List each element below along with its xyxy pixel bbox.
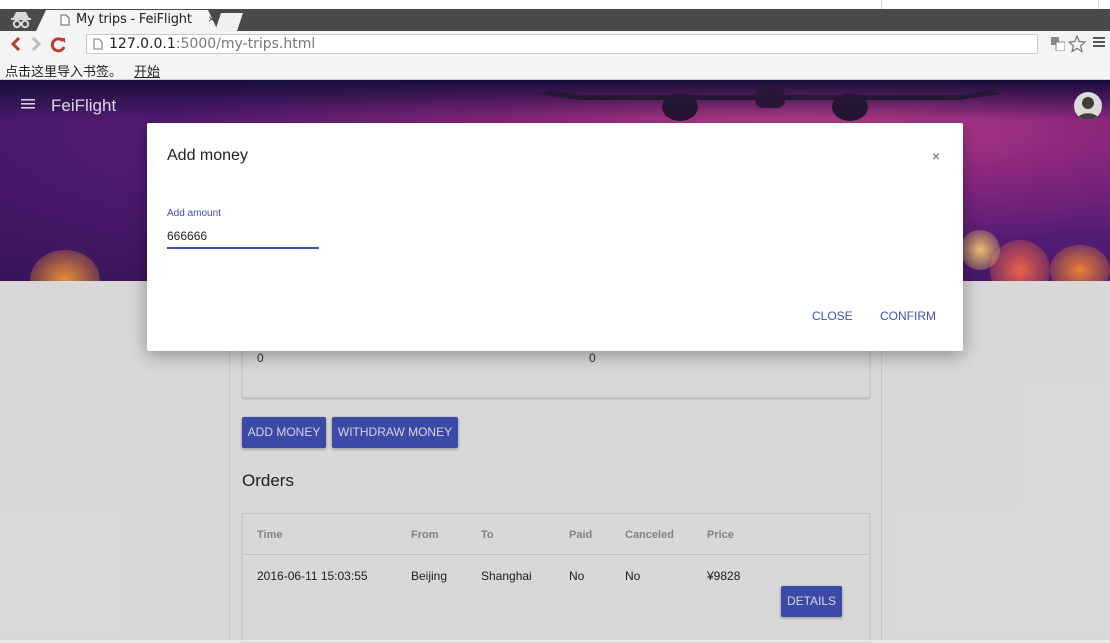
translate-icon[interactable] (1051, 37, 1065, 51)
divider (881, 0, 882, 9)
confirm-button[interactable]: CONFIRM (880, 309, 936, 323)
back-arrow-icon[interactable] (10, 37, 22, 51)
browser-tab[interactable]: My trips - FeiFlight × (36, 9, 218, 31)
page-icon (60, 14, 70, 26)
browser-toolbar: 127.0.0.1:5000/my-trips.html (0, 31, 1110, 58)
url-path: :5000/my-trips.html (175, 36, 316, 52)
dialog-title: Add money (167, 147, 248, 164)
tab-title: My trips - FeiFlight (76, 12, 192, 27)
amount-field-label: Add amount (167, 208, 221, 219)
bookmarks-bar: 点击这里导入书签。 开始 (0, 58, 1110, 80)
tab-bar: My trips - FeiFlight × (0, 9, 1110, 31)
forward-arrow-icon[interactable] (30, 37, 42, 51)
window-top-strip (0, 0, 1110, 9)
url-text: 127.0.0.1:5000/my-trips.html (109, 36, 315, 52)
amount-input[interactable] (167, 225, 319, 249)
bookmark-star-icon[interactable] (1068, 35, 1086, 53)
page-icon (93, 38, 103, 50)
add-money-dialog: Add money × Add amount CLOSE CONFIRM (147, 123, 963, 351)
browser-menu-icon[interactable] (1093, 36, 1105, 48)
new-tab-button[interactable] (215, 13, 243, 31)
close-icon[interactable]: × (932, 148, 940, 164)
address-bar[interactable]: 127.0.0.1:5000/my-trips.html (86, 34, 1038, 54)
import-bookmarks-text: 点击这里导入书签。 (5, 65, 123, 80)
reload-icon[interactable] (48, 35, 68, 55)
close-button[interactable]: CLOSE (812, 309, 853, 323)
incognito-icon (11, 12, 31, 29)
start-link[interactable]: 开始 (134, 61, 160, 80)
url-host: 127.0.0.1 (109, 36, 176, 52)
tab-close-icon[interactable]: × (208, 12, 215, 26)
divider (1098, 0, 1099, 9)
